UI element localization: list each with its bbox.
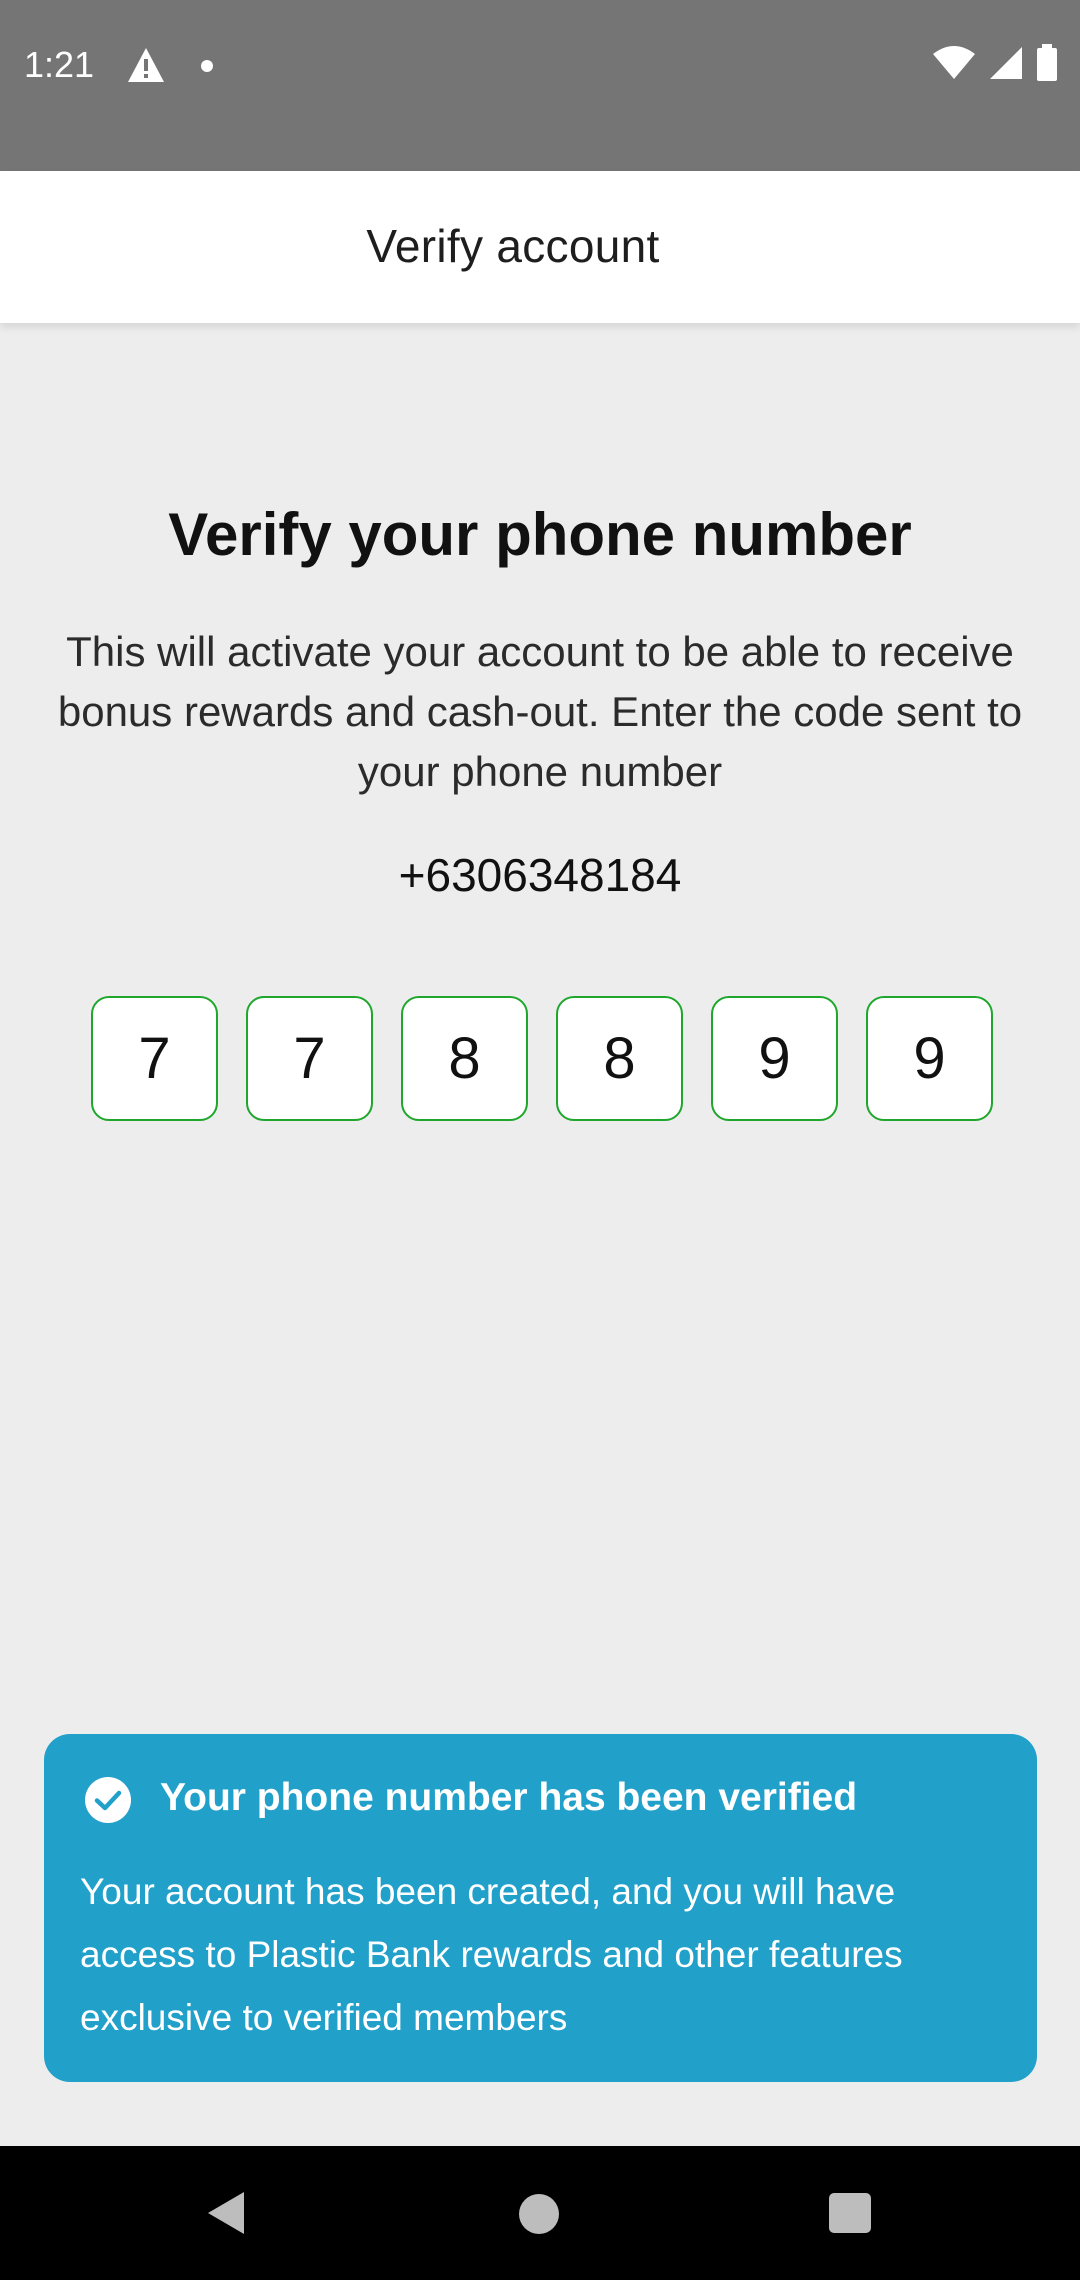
otp-input-group: 7 7 8 8 9 9 — [91, 996, 993, 1121]
page-title: Verify account — [366, 220, 660, 272]
navigation-bar — [0, 2146, 1080, 2280]
verify-description: This will activate your account to be ab… — [57, 628, 1023, 795]
status-bar: 1:21 — [0, 0, 1080, 171]
verified-toast: Your phone number has been verified Your… — [44, 1734, 1037, 2082]
verify-heading: Verify your phone number — [168, 501, 912, 568]
warning-icon — [126, 46, 166, 84]
home-icon[interactable] — [519, 2194, 559, 2234]
toast-body: Your account has been created, and you w… — [80, 1871, 903, 2038]
back-icon[interactable] — [206, 2190, 246, 2236]
otp-digit-4[interactable]: 8 — [556, 996, 683, 1121]
status-time: 1:21 — [24, 44, 95, 85]
battery-icon — [1036, 44, 1058, 87]
otp-digit-5[interactable]: 9 — [711, 996, 838, 1121]
recents-icon[interactable] — [829, 2193, 871, 2233]
wifi-icon — [932, 45, 976, 86]
otp-digit-1[interactable]: 7 — [91, 996, 218, 1121]
app-bar: Verify account — [0, 171, 1080, 323]
otp-digit-2[interactable]: 7 — [246, 996, 373, 1121]
notification-dot-icon — [201, 60, 213, 72]
signal-icon — [988, 45, 1024, 86]
toast-title: Your phone number has been verified — [160, 1776, 858, 1819]
status-icons — [932, 44, 1058, 87]
phone-number: +6306348184 — [398, 849, 682, 901]
check-circle-icon — [84, 1776, 132, 1824]
otp-digit-3[interactable]: 8 — [401, 996, 528, 1121]
otp-digit-6[interactable]: 9 — [866, 996, 993, 1121]
